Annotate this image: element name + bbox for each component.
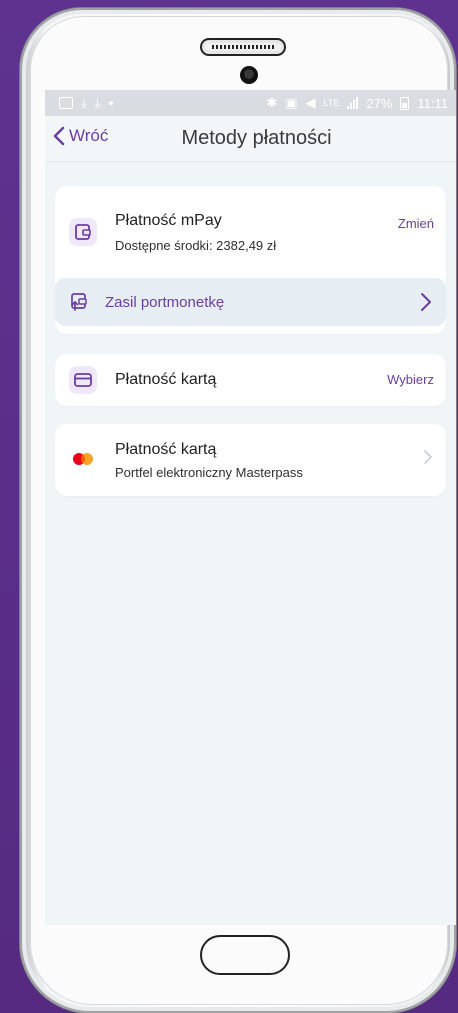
change-button[interactable]: Zmień [398,216,434,231]
phone-screen: ⤓ ⤓ ✱ ▣ ◀ LTE 27% 11:11 Wróć Metody płat… [45,90,456,925]
bluetooth-icon: ✱ [266,95,278,110]
masterpass-subtitle: Portfel elektroniczny Masterpass [115,464,303,480]
gallery-notification-icon [59,97,73,109]
choose-button[interactable]: Wybierz [387,372,434,387]
page-title: Metody płatności [181,127,332,149]
status-right: ✱ ▣ ◀ LTE 27% 11:11 [266,95,448,111]
battery-icon [400,96,410,110]
notification-dot-icon [108,101,113,105]
mpay-balance: Dostępne środki: 2382,49 zł [115,237,277,253]
top-up-icon [71,293,87,311]
card-payment-title: Płatność kartą [115,371,217,388]
card-payment-text: Płatność kartą [115,371,216,389]
mpay-text: Płatność mPay Dostępne środki: 2382,49 z… [115,212,276,253]
top-up-label: Zasil portmonetkę [105,293,225,311]
navigation-bar: Wróć Metody płatności [45,116,456,162]
network-type: LTE [323,98,340,108]
chevron-right-icon [421,293,431,311]
status-left: ⤓ ⤓ [59,95,113,110]
masterpass-text: Płatność kartą Portfel elektroniczny Mas… [115,441,303,480]
earpiece-speaker [200,38,286,56]
front-camera [240,66,258,84]
credit-card-icon [69,366,97,394]
nfc-icon: ▣ [285,95,298,110]
signal-icon [347,97,359,109]
top-up-wallet-button[interactable]: Zasil portmonetkę [55,278,446,326]
status-bar: ⤓ ⤓ ✱ ▣ ◀ LTE 27% 11:11 [45,90,456,116]
mpay-card: Płatność mPay Dostępne środki: 2382,49 z… [55,186,446,334]
mpay-payment-row[interactable]: Płatność mPay Dostępne środki: 2382,49 z… [55,186,446,278]
payment-methods-list: Płatność mPay Dostępne środki: 2382,49 z… [45,162,456,496]
download-icon: ⤓ [81,95,87,110]
home-button[interactable] [200,935,290,975]
clock: 11:11 [417,95,448,111]
card-payment-row[interactable]: Płatność kartą Wybierz [55,354,446,406]
mute-icon: ◀ [305,95,316,110]
wallet-icon [69,218,97,246]
mastercard-logo-icon [69,452,97,468]
battery-percent: 27% [366,95,393,111]
masterpass-title: Płatność kartą [115,440,217,458]
chevron-right-icon-light [424,450,432,464]
download-icon-2: ⤓ [94,95,101,110]
masterpass-row[interactable]: Płatność kartą Portfel elektroniczny Mas… [55,424,446,496]
mpay-title: Płatność mPay [115,211,222,229]
